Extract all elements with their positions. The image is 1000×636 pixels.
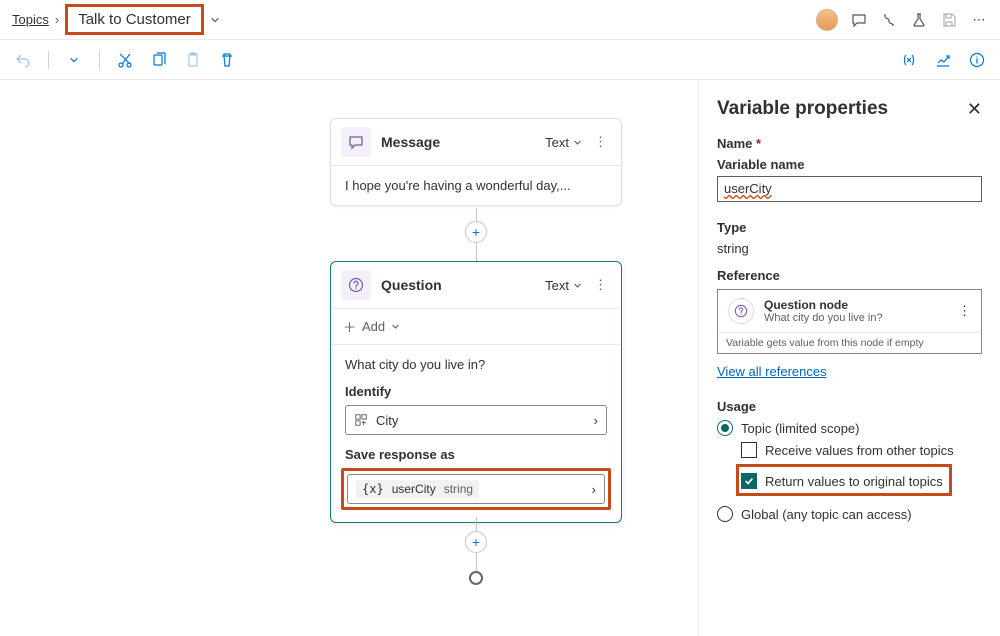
type-label: Type bbox=[717, 220, 982, 235]
add-node-button[interactable]: + bbox=[465, 221, 487, 243]
message-node-more-icon[interactable]: ⋮ bbox=[590, 134, 611, 150]
save-response-highlight: {x} userCity string › bbox=[341, 468, 611, 510]
breadcrumb: Topics › Talk to Customer bbox=[12, 4, 816, 35]
save-response-label: Save response as bbox=[345, 447, 607, 462]
view-all-references-link[interactable]: View all references bbox=[717, 364, 827, 379]
reference-label: Reference bbox=[717, 268, 982, 283]
usage-return-checkbox[interactable]: Return values to original topics bbox=[741, 473, 943, 489]
flask-icon[interactable] bbox=[910, 11, 928, 29]
checkbox-icon bbox=[741, 473, 757, 489]
undo-icon[interactable] bbox=[14, 51, 32, 69]
toolbar bbox=[0, 40, 1000, 80]
info-icon[interactable] bbox=[968, 51, 986, 69]
comment-icon[interactable] bbox=[850, 11, 868, 29]
header-actions: ⋯ bbox=[816, 9, 988, 31]
reference-subtitle: What city do you live in? bbox=[764, 312, 948, 324]
entity-icon bbox=[354, 413, 368, 427]
radio-icon bbox=[717, 506, 733, 522]
breadcrumb-current[interactable]: Talk to Customer bbox=[78, 11, 191, 28]
name-sublabel: Variable name bbox=[717, 157, 982, 172]
question-type-dropdown[interactable]: Text bbox=[545, 278, 582, 293]
variable-icon[interactable] bbox=[900, 51, 918, 69]
type-value: string bbox=[717, 241, 982, 256]
question-node[interactable]: Question Text ⋮ ＋ Add What city do you l… bbox=[330, 261, 622, 523]
variable-name: userCity bbox=[392, 482, 436, 496]
chevron-right-icon: › bbox=[592, 482, 596, 497]
variable-type: string bbox=[444, 482, 473, 496]
message-body[interactable]: I hope you're having a wonderful day,... bbox=[331, 165, 621, 205]
question-prompt[interactable]: What city do you live in? bbox=[345, 357, 607, 372]
checkbox-icon bbox=[741, 442, 757, 458]
breadcrumb-separator: › bbox=[55, 12, 59, 27]
usage-label: Usage bbox=[717, 399, 982, 414]
identify-picker[interactable]: City › bbox=[345, 405, 607, 435]
reference-note: Variable gets value from this node if em… bbox=[718, 332, 981, 353]
identify-label: Identify bbox=[345, 384, 607, 399]
usage-topic-radio[interactable]: Topic (limited scope) bbox=[717, 420, 982, 436]
name-input[interactable]: userCity bbox=[717, 176, 982, 202]
message-node-header: Message Text ⋮ bbox=[331, 119, 621, 165]
analytics-icon[interactable] bbox=[934, 51, 952, 69]
reference-more-icon[interactable]: ⋮ bbox=[958, 303, 971, 319]
message-node[interactable]: Message Text ⋮ I hope you're having a wo… bbox=[330, 118, 622, 206]
question-node-header: Question Text ⋮ bbox=[331, 262, 621, 309]
connector bbox=[476, 243, 477, 261]
checker-icon[interactable] bbox=[880, 11, 898, 29]
properties-panel: Variable properties ✕ Name * Variable na… bbox=[698, 80, 1000, 636]
connector bbox=[476, 553, 477, 571]
question-body: What city do you live in? Identify City … bbox=[331, 345, 621, 522]
question-node-title: Question bbox=[381, 277, 545, 293]
save-icon[interactable] bbox=[940, 11, 958, 29]
reference-question-icon bbox=[728, 298, 754, 324]
breadcrumb-current-highlight: Talk to Customer bbox=[65, 4, 204, 35]
add-node-button[interactable]: + bbox=[465, 531, 487, 553]
question-node-more-icon[interactable]: ⋮ bbox=[590, 277, 611, 293]
name-label: Name * bbox=[717, 136, 982, 151]
message-type-dropdown[interactable]: Text bbox=[545, 135, 582, 150]
toolbar-divider bbox=[99, 51, 100, 69]
more-icon[interactable]: ⋯ bbox=[970, 11, 988, 29]
usage-global-radio[interactable]: Global (any topic can access) bbox=[717, 506, 982, 522]
breadcrumb-chevron-icon[interactable] bbox=[210, 15, 220, 25]
end-node-icon[interactable] bbox=[469, 571, 483, 585]
breadcrumb-root[interactable]: Topics bbox=[12, 12, 49, 27]
chevron-down-icon[interactable] bbox=[65, 51, 83, 69]
paste-icon[interactable] bbox=[184, 51, 202, 69]
canvas[interactable]: Message Text ⋮ I hope you're having a wo… bbox=[0, 80, 698, 636]
usage-receive-checkbox[interactable]: Receive values from other topics bbox=[741, 442, 982, 458]
panel-title: Variable properties bbox=[717, 98, 888, 120]
avatar[interactable] bbox=[816, 9, 838, 31]
radio-icon bbox=[717, 420, 733, 436]
app-header: Topics › Talk to Customer ⋯ bbox=[0, 0, 1000, 40]
reference-title: Question node bbox=[764, 298, 948, 312]
identify-value: City bbox=[376, 413, 398, 428]
close-icon[interactable]: ✕ bbox=[967, 99, 982, 120]
message-icon bbox=[341, 127, 371, 157]
chevron-right-icon: › bbox=[594, 413, 598, 428]
cut-icon[interactable] bbox=[116, 51, 134, 69]
question-add-button[interactable]: ＋ Add bbox=[331, 309, 621, 345]
save-response-picker[interactable]: {x} userCity string › bbox=[347, 474, 605, 504]
usage-return-highlight: Return values to original topics bbox=[736, 464, 952, 496]
message-node-title: Message bbox=[381, 134, 545, 150]
delete-icon[interactable] bbox=[218, 51, 236, 69]
main: Message Text ⋮ I hope you're having a wo… bbox=[0, 80, 1000, 636]
reference-box: Question node What city do you live in? … bbox=[717, 289, 982, 354]
question-icon bbox=[341, 270, 371, 300]
variable-chip: {x} userCity string bbox=[356, 480, 479, 498]
toolbar-divider bbox=[48, 51, 49, 69]
copy-icon[interactable] bbox=[150, 51, 168, 69]
